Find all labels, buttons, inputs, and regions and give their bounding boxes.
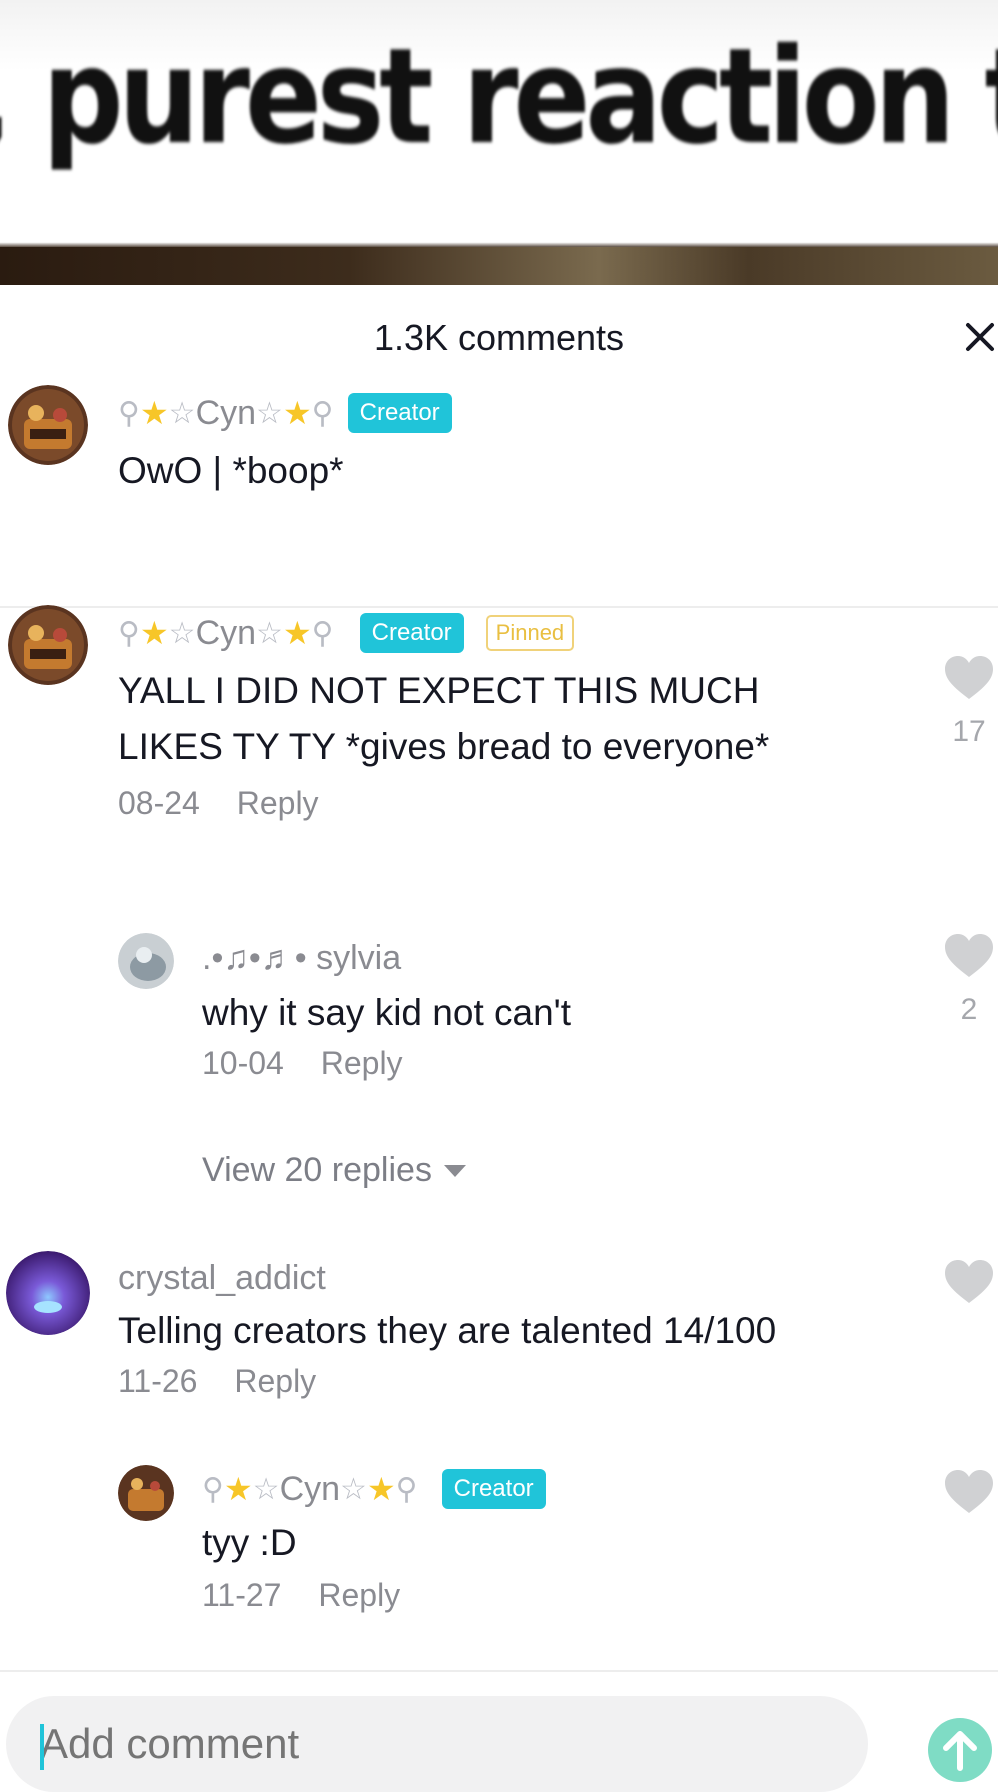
avatar[interactable] xyxy=(6,1251,90,1335)
like-button[interactable]: 17 xyxy=(941,655,997,749)
comment-date: 10-04 xyxy=(202,1045,284,1081)
comment-username[interactable]: Cyn xyxy=(196,614,256,653)
creator-badge: Creator xyxy=(359,613,464,653)
avatar-image xyxy=(6,1251,90,1335)
like-count: 17 xyxy=(952,715,986,748)
star-icon: ★ xyxy=(282,395,312,431)
star-outline-icon: ☆ xyxy=(168,396,196,430)
triangle-down-icon xyxy=(443,1164,466,1177)
view-replies-button[interactable]: View 20 replies xyxy=(202,1151,466,1190)
comment-header: ⚲ ★ ☆ Cyn ☆ ★ ⚲ Creator Pinned xyxy=(118,613,575,653)
comment-meta: 08-24 Reply xyxy=(118,785,319,822)
avatar[interactable] xyxy=(118,933,174,989)
star-outline-icon: ☆ xyxy=(252,1472,280,1506)
star-outline-icon: ☆ xyxy=(168,616,196,650)
creator-badge: Creator xyxy=(347,393,452,433)
comment-text-line: YALL I DID NOT EXPECT THIS MUCH xyxy=(118,670,760,711)
pin-icon: ⚲ xyxy=(395,1472,418,1506)
comment-meta: 11-27 Reply xyxy=(202,1577,400,1614)
comment-text: YALL I DID NOT EXPECT THIS MUCH LIKES TY… xyxy=(118,663,769,775)
send-arrow-icon xyxy=(943,1731,977,1771)
star-outline-icon: ☆ xyxy=(256,396,283,430)
avatar[interactable] xyxy=(8,605,88,685)
like-button[interactable] xyxy=(941,1469,997,1515)
comment-date: 11-26 xyxy=(118,1363,198,1399)
star-icon: ★ xyxy=(223,1471,253,1507)
comment-meta: 10-04 Reply xyxy=(202,1045,403,1082)
comment-text: Telling creators they are talented 14/10… xyxy=(118,1310,777,1351)
like-button[interactable] xyxy=(941,1259,997,1305)
comment-text: tyy :D xyxy=(202,1522,297,1563)
reply-button[interactable]: Reply xyxy=(321,1045,403,1081)
avatar[interactable] xyxy=(8,385,88,465)
avatar-image xyxy=(8,605,88,685)
comment-header: .•♫•♬• sylvia xyxy=(202,939,401,978)
text-caret xyxy=(40,1724,44,1770)
comment-username[interactable]: .•♫•♬• sylvia xyxy=(202,939,401,978)
pin-icon: ⚲ xyxy=(311,396,334,430)
comment-header: ⚲ ★ ☆ Cyn ☆ ★ ⚲ Creator xyxy=(202,1469,546,1509)
pin-icon: ⚲ xyxy=(118,616,140,650)
comments-count-title: 1.3K comments xyxy=(373,317,625,358)
comment-text: OwO | *boop* xyxy=(118,450,344,491)
star-outline-icon: ☆ xyxy=(340,1472,367,1506)
like-button[interactable]: 2 xyxy=(941,933,997,1027)
comments-sheet: 1.3K comments ⚲ ★ ☆ Cyn ☆ ★ ⚲ Creator Ow… xyxy=(0,285,998,1776)
send-button[interactable] xyxy=(928,1718,992,1782)
reply-button[interactable]: Reply xyxy=(237,785,319,821)
comment-meta: 11-26 Reply xyxy=(118,1363,316,1400)
reply-button[interactable]: Reply xyxy=(318,1577,400,1613)
video-area[interactable]: , purest reaction t xyxy=(0,0,998,285)
comment-text-line: LIKES TY TY *gives bread to everyone* xyxy=(118,726,770,767)
comment-composer xyxy=(0,1670,998,1792)
comment-header: ⚲ ★ ☆ Cyn ☆ ★ ⚲ Creator xyxy=(118,393,452,433)
avatar-image xyxy=(118,1465,174,1521)
star-outline-icon: ☆ xyxy=(256,616,283,650)
video-frame-strip xyxy=(0,247,998,285)
comment-text: why it say kid not can't xyxy=(202,992,572,1033)
pin-icon: ⚲ xyxy=(311,616,334,650)
pinned-badge: Pinned xyxy=(485,615,575,651)
video-caption: , purest reaction t xyxy=(0,20,998,174)
comment-date: 11-27 xyxy=(202,1577,282,1613)
divider xyxy=(0,606,998,608)
star-icon: ★ xyxy=(139,395,169,431)
pin-icon: ⚲ xyxy=(118,396,140,430)
add-comment-input[interactable] xyxy=(6,1696,868,1792)
avatar[interactable] xyxy=(118,1465,174,1521)
divider xyxy=(0,1670,998,1672)
avatar-image xyxy=(8,385,88,465)
comments-header: 1.3K comments xyxy=(0,285,998,395)
heart-icon xyxy=(945,1470,993,1513)
reply-button[interactable]: Reply xyxy=(234,1363,316,1399)
avatar-image xyxy=(118,933,174,989)
heart-icon xyxy=(945,934,993,977)
star-icon: ★ xyxy=(139,615,169,651)
like-count: 2 xyxy=(960,993,978,1026)
comment-username[interactable]: Cyn xyxy=(280,1470,340,1509)
heart-icon xyxy=(945,1260,993,1303)
close-button[interactable] xyxy=(958,315,998,359)
creator-badge: Creator xyxy=(441,1469,546,1509)
pin-icon: ⚲ xyxy=(202,1472,224,1506)
heart-icon xyxy=(945,656,993,699)
star-icon: ★ xyxy=(366,1471,396,1507)
star-icon: ★ xyxy=(282,615,312,651)
view-replies-label: View 20 replies xyxy=(202,1151,432,1189)
comment-date: 08-24 xyxy=(118,785,200,821)
comment-username[interactable]: Cyn xyxy=(196,394,256,433)
comment-header: crystal_addict xyxy=(118,1259,326,1298)
comment-username[interactable]: crystal_addict xyxy=(118,1259,326,1298)
close-icon xyxy=(966,323,994,351)
